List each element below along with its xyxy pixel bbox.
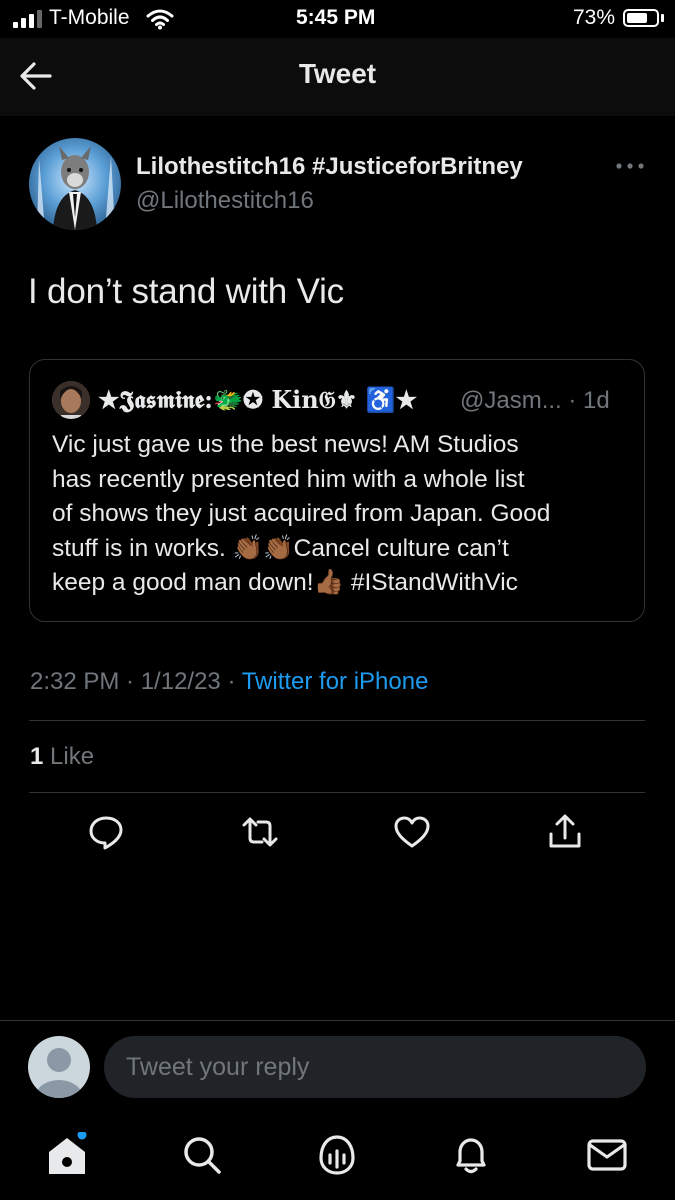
like-icon[interactable]	[392, 812, 432, 852]
more-dots-icon[interactable]	[615, 159, 645, 173]
search-icon[interactable]	[179, 1132, 225, 1178]
meta-separator: ·	[220, 668, 242, 695]
quote-line: of shows they just acquired from Japan. …	[52, 500, 551, 527]
battery-fill	[627, 13, 647, 23]
page-title: Tweet	[298, 58, 377, 89]
tweet-timestamp: 2:32 PM · 1/12/23	[30, 668, 221, 695]
tweet-meta: 2:32 PM · 1/12/23 · Twitter for iPhone	[30, 668, 428, 696]
divider	[0, 1020, 675, 1021]
retweet-icon[interactable]	[240, 812, 280, 852]
reply-icon[interactable]	[86, 812, 126, 852]
like-label: Like	[50, 743, 95, 770]
divider	[29, 792, 645, 793]
like-count: 1	[30, 743, 44, 770]
tweet-text: I don’t stand with Vic	[28, 272, 344, 311]
user-avatar[interactable]	[28, 1036, 90, 1098]
share-icon[interactable]	[545, 812, 585, 852]
status-bar: T-Mobile 5:45 PM 73%	[0, 0, 675, 38]
wifi-icon	[146, 9, 174, 30]
default-avatar-icon	[35, 1048, 83, 1098]
tweet-source-link[interactable]: Twitter for iPhone	[242, 668, 429, 695]
clock: 5:45 PM	[296, 6, 376, 29]
quote-line: Vic just gave us the best news! AM Studi…	[52, 431, 519, 458]
battery-icon	[623, 9, 659, 27]
battery-percent: 73%	[573, 6, 616, 29]
spaces-icon[interactable]	[314, 1132, 360, 1178]
quote-handle-time: @Jasm... · 1d	[460, 387, 610, 414]
author-handle[interactable]: @Lilothestitch16	[136, 187, 314, 215]
messages-icon[interactable]	[584, 1132, 630, 1178]
notifications-icon[interactable]	[448, 1132, 494, 1178]
signal-icon	[13, 10, 43, 28]
reply-input[interactable]	[104, 1036, 646, 1098]
author-name[interactable]: Lilothestitch16 #JusticeforBritney	[136, 153, 523, 181]
author-avatar[interactable]	[29, 138, 121, 230]
quote-tweet-text: Vic just gave us the best news! AM Studi…	[52, 428, 632, 601]
carrier-label: T-Mobile	[49, 6, 130, 29]
quote-line: stuff is in works. 👏🏾👏🏾Cancel culture ca…	[52, 534, 509, 562]
quote-author-avatar	[52, 381, 90, 419]
likes-summary[interactable]: 1 Like	[30, 743, 94, 771]
quote-line: keep a good man down!👍🏾 #IStandWithVic	[52, 569, 518, 596]
divider	[29, 720, 645, 721]
battery-tip	[661, 14, 664, 22]
home-icon[interactable]	[44, 1132, 90, 1178]
notification-dot	[77, 1132, 87, 1140]
avatar-figure-icon	[37, 146, 115, 230]
quote-author-name: ★𝕵𝖆𝖘𝖒𝖎𝖓𝖊:🐲✪ Kin𝔊⚜ ♿★	[98, 385, 418, 414]
nav-bar: Tweet	[0, 38, 675, 116]
quote-avatar-face-icon	[52, 381, 90, 419]
quote-line: has recently presented him with a whole …	[52, 465, 525, 493]
